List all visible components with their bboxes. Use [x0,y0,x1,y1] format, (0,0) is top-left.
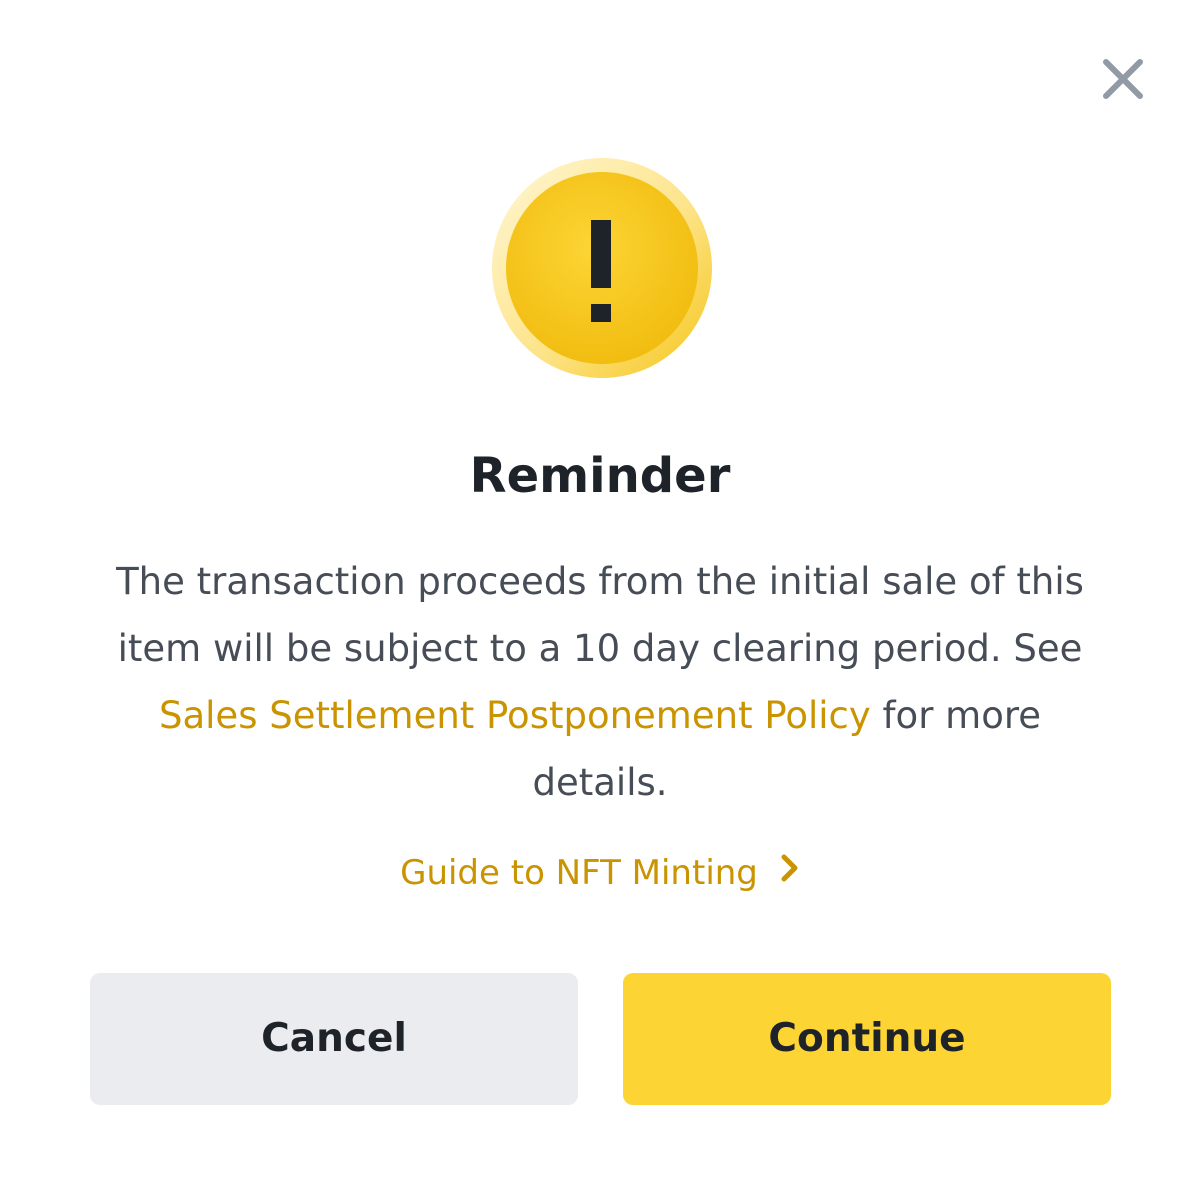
chevron-right-icon [780,845,800,899]
dialog-message: The transaction proceeds from the initia… [90,548,1110,816]
exclamation-warning-icon [490,156,714,380]
close-button[interactable] [1096,52,1150,106]
nft-minting-guide-link[interactable]: Guide to NFT Minting [0,846,1200,900]
continue-button[interactable]: Continue [623,973,1111,1105]
reminder-dialog: Reminder The transaction proceeds from t… [0,0,1200,1194]
message-text: The transaction proceeds from the initia… [116,560,1084,670]
cancel-button[interactable]: Cancel [90,973,578,1105]
guide-link-label: Guide to NFT Minting [400,853,758,893]
settlement-policy-link[interactable]: Sales Settlement Postponement Policy [159,694,871,737]
dialog-title: Reminder [469,448,731,504]
close-icon [1103,59,1143,99]
